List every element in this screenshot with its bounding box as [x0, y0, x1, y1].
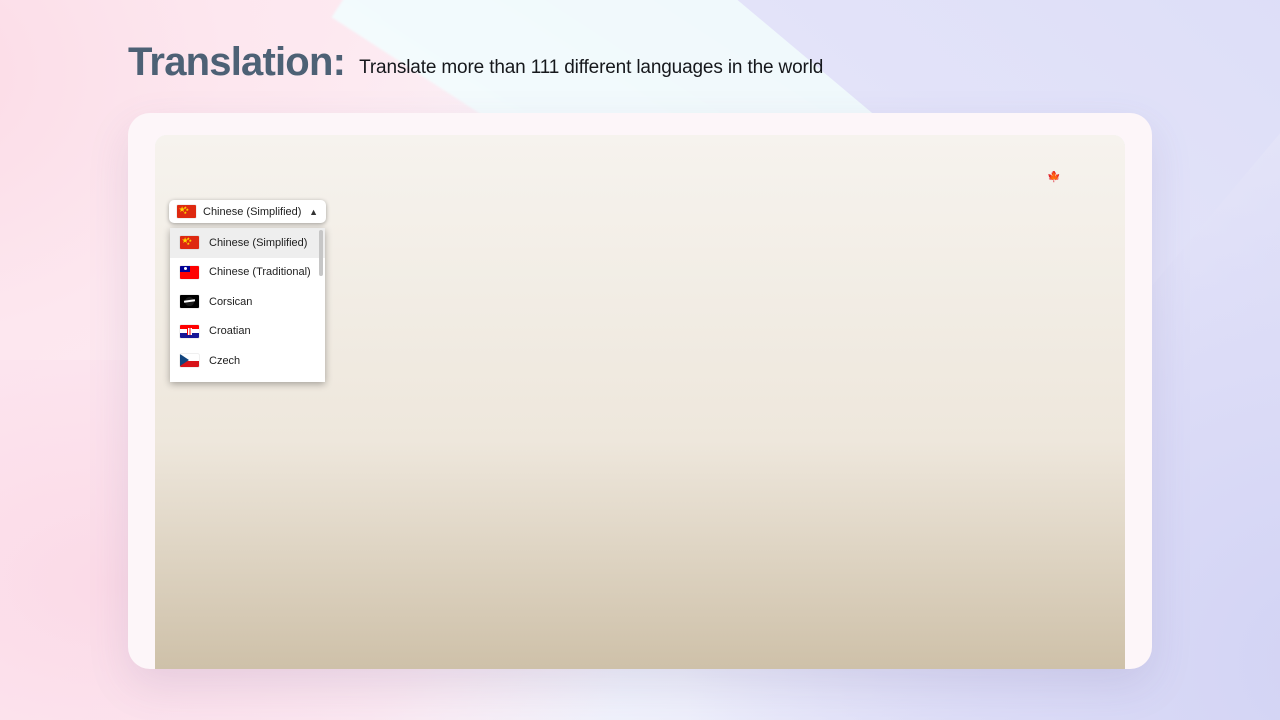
page-subtitle: Translate more than 111 different langua…: [359, 58, 823, 77]
language-option-czech[interactable]: Czech: [170, 346, 325, 376]
language-option-label: Czech: [209, 355, 240, 367]
czech-flag-icon: [180, 354, 199, 367]
corsica-flag-icon: [180, 295, 199, 308]
china-flag-icon: ★★★★: [177, 205, 196, 218]
dropdown-scrollbar[interactable]: [319, 230, 323, 276]
language-option-danish[interactable]: Danish: [170, 376, 325, 383]
taiwan-flag-icon: [180, 266, 199, 279]
chevron-up-icon[interactable]: ▲: [309, 207, 318, 217]
croatia-flag-icon: [180, 325, 199, 338]
translate-widget[interactable]: 器 ★★★★ Chinese (Simplified) ▲ ★★★★ Chine…: [169, 200, 326, 223]
language-option-chinese-simplified[interactable]: ★★★★ Chinese (Simplified): [170, 228, 325, 258]
language-option-label: Chinese (Traditional): [209, 266, 311, 278]
language-dropdown-list[interactable]: ★★★★ Chinese (Simplified) Chinese (Tradi…: [170, 228, 325, 382]
china-flag-icon: ★★★★: [180, 236, 199, 249]
language-selector-trigger[interactable]: ★★★★ Chinese (Simplified) ▲: [169, 200, 326, 223]
selected-language-label: Chinese (Simplified): [203, 206, 302, 218]
page-title: Translation:: [128, 42, 345, 82]
page-heading: Translation: Translate more than 111 dif…: [128, 42, 823, 82]
language-option-croatian[interactable]: Croatian: [170, 317, 325, 347]
language-option-label: Croatian: [209, 325, 251, 337]
language-option-label: Corsican: [209, 296, 252, 308]
language-option-label: Chinese (Simplified): [209, 237, 307, 249]
language-option-chinese-traditional[interactable]: Chinese (Traditional): [170, 258, 325, 288]
language-option-corsican[interactable]: Corsican: [170, 287, 325, 317]
screenshot-card: AUTOKETING货币转换器盒 🍁 C: [128, 113, 1152, 669]
